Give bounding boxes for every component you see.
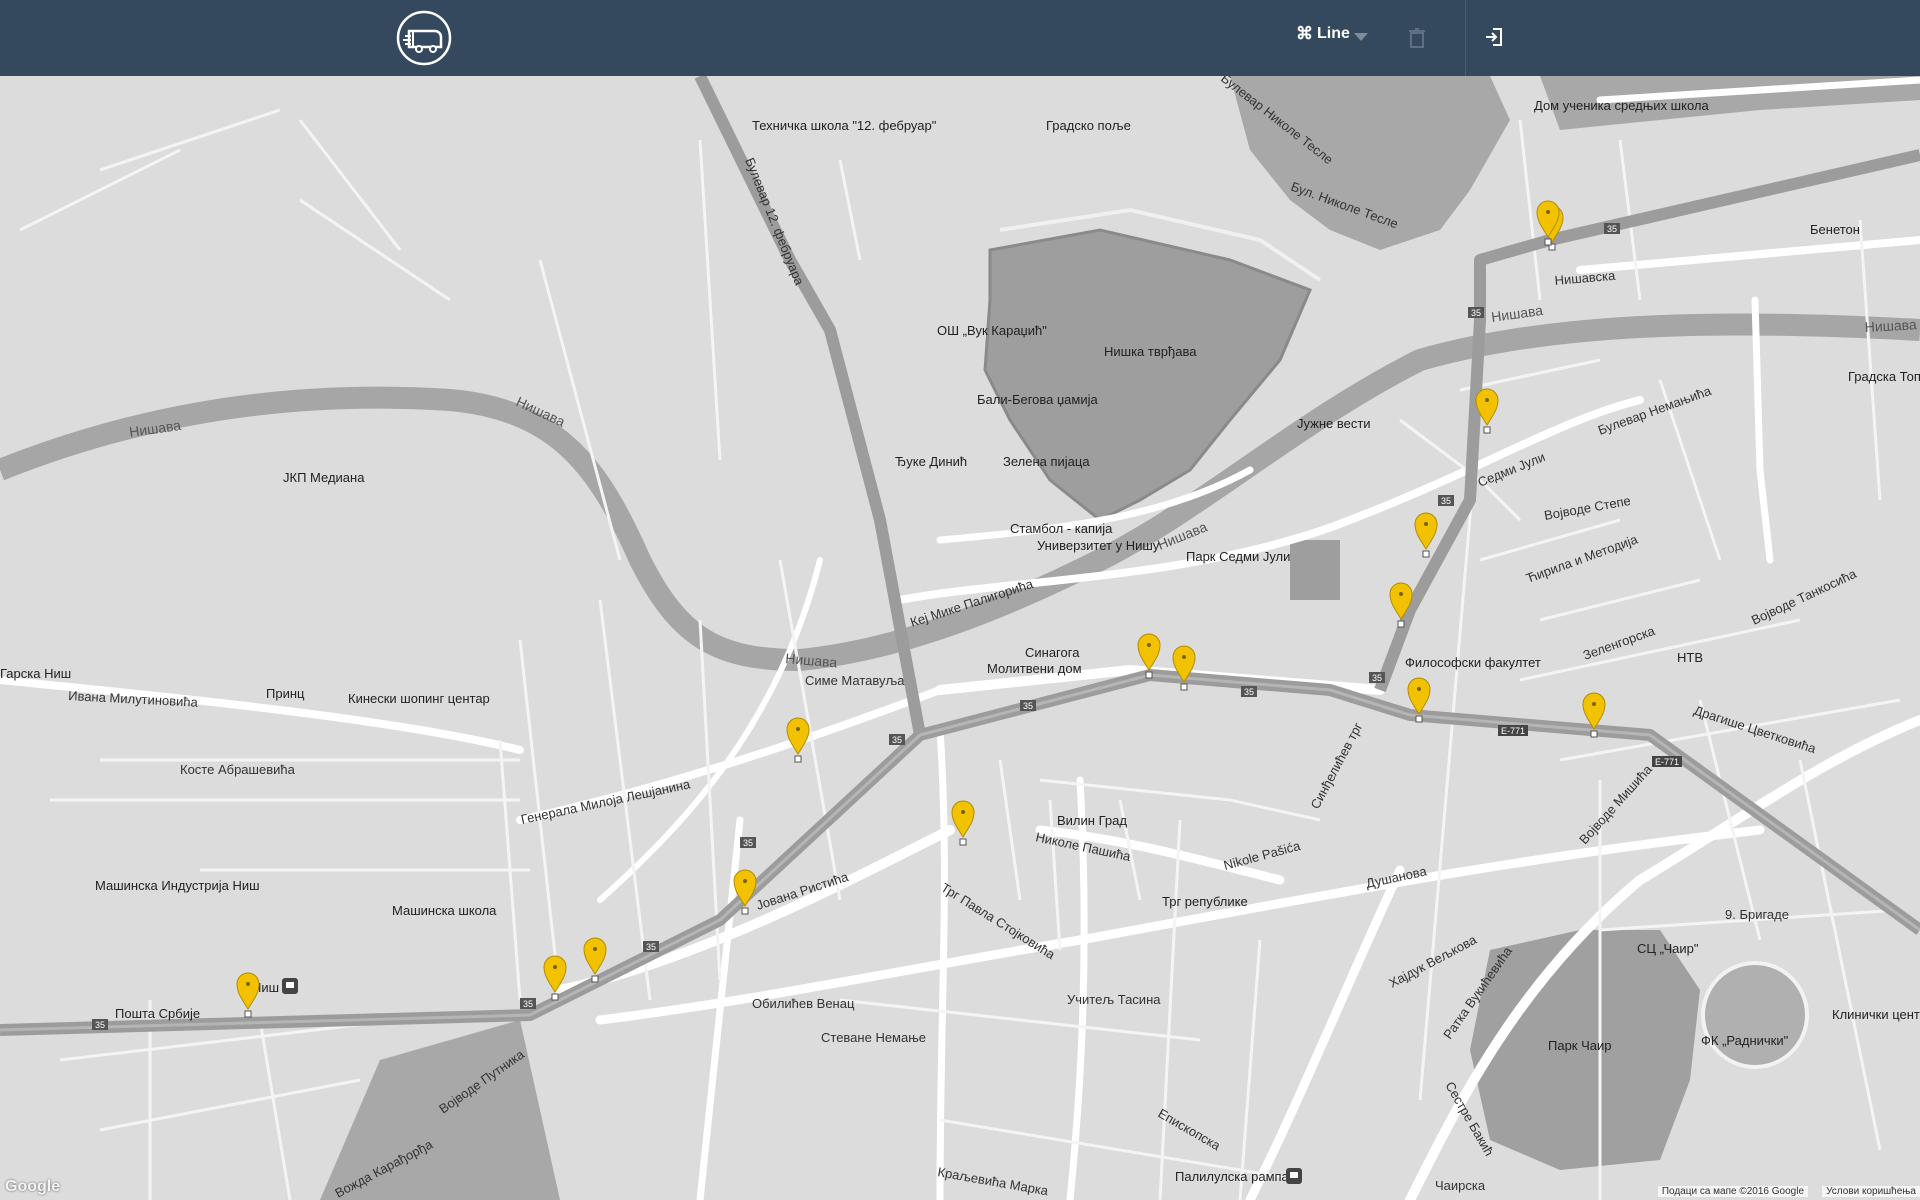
svg-text:35: 35 xyxy=(1441,496,1451,506)
place-label: Јужне вести xyxy=(1297,416,1371,431)
place-label: Гарска Ниш xyxy=(0,666,71,681)
svg-text:35: 35 xyxy=(1023,701,1033,711)
place-label: Бенетон xyxy=(1810,222,1860,237)
place-label: Техничка школа "12. фебруар" xyxy=(752,118,937,133)
street-label: Симе Матавуља xyxy=(805,673,905,688)
svg-text:E-771: E-771 xyxy=(1501,726,1525,736)
line-select-label: Line xyxy=(1317,25,1350,42)
command-icon: ⌘ xyxy=(1296,24,1313,43)
svg-text:E-771: E-771 xyxy=(1655,757,1679,767)
svg-text:35: 35 xyxy=(743,838,753,848)
place-label: Вилин Град xyxy=(1057,813,1127,828)
line-select[interactable]: ⌘ Line xyxy=(1296,24,1350,44)
svg-text:35: 35 xyxy=(646,942,656,952)
place-label: Бали-Бегова џамија xyxy=(977,392,1098,407)
street-label: Стеване Немање xyxy=(821,1030,926,1045)
trash-icon[interactable] xyxy=(1407,27,1427,49)
map-attribution: Подаци са мапе ©2016 Google xyxy=(1657,1186,1808,1197)
place-label: Машинска школа xyxy=(392,903,497,918)
place-label: Трг републике xyxy=(1162,894,1248,909)
street-label: Обилићев Венац xyxy=(752,996,855,1011)
place-label: Клинички центар Н xyxy=(1832,1007,1920,1022)
place-label: СЦ „Чаир" xyxy=(1637,941,1699,956)
place-label: Градско поље xyxy=(1046,118,1131,133)
place-label: Ђуке Динић xyxy=(895,454,967,469)
street-label: Учитељ Тасина xyxy=(1067,992,1161,1007)
svg-text:35: 35 xyxy=(1607,224,1617,234)
street-label: Косте Абрашевића xyxy=(180,762,296,777)
place-label: Машинска Индустрија Ниш xyxy=(95,878,260,893)
place-label: Зелена пијаца xyxy=(1003,454,1090,469)
svg-text:35: 35 xyxy=(1471,308,1481,318)
place-label: Стамбол - капија xyxy=(1010,521,1113,536)
river-label: Нишава xyxy=(1864,316,1917,335)
place-label: Философски факултет xyxy=(1405,655,1541,670)
place-label: Пошта Србије xyxy=(115,1006,200,1021)
place-label: ОШ „Вук Караџић" xyxy=(937,323,1047,338)
terms-link[interactable]: Услови коришћења xyxy=(1822,1186,1920,1197)
place-label: Парк Чаир xyxy=(1548,1038,1612,1053)
place-label: Нишка тврђава xyxy=(1104,344,1197,359)
sign-in-icon[interactable] xyxy=(1484,26,1504,48)
map-canvas[interactable]: 35 35 35 35 35 35 35 35 35 35 35 E-771 E… xyxy=(0,76,1920,1200)
place-label: Молитвени дом xyxy=(987,661,1082,676)
place-label: Парк Седми Јули xyxy=(1186,549,1290,564)
place-label: Дом ученика средњих школа xyxy=(1534,98,1709,113)
place-label: ЈКП Медиана xyxy=(283,470,365,485)
svg-text:35: 35 xyxy=(95,1020,105,1030)
place-label: ФК „Раднички" xyxy=(1701,1033,1789,1048)
svg-text:35: 35 xyxy=(1244,687,1254,697)
place-label: Кинески шопинг центар xyxy=(348,691,490,706)
bus-logo-icon[interactable] xyxy=(395,9,453,67)
street-label: 9. Бригаде xyxy=(1725,907,1789,922)
svg-text:35: 35 xyxy=(523,999,533,1009)
place-label: Синагога xyxy=(1025,645,1080,660)
svg-text:35: 35 xyxy=(1372,673,1382,683)
place-label: Градска Топл xyxy=(1848,369,1920,384)
street-label: Чаирска xyxy=(1435,1178,1486,1193)
top-bar: ⌘ Line xyxy=(0,0,1920,76)
place-label: НТВ xyxy=(1677,650,1703,665)
svg-text:35: 35 xyxy=(892,735,902,745)
google-logo: Google xyxy=(5,1178,61,1195)
place-label: Универзитет у Нишу xyxy=(1037,538,1160,553)
chevron-down-icon[interactable] xyxy=(1354,33,1368,41)
place-label: Принц xyxy=(266,686,305,701)
place-label: Палилулска рампа xyxy=(1175,1169,1290,1184)
header-divider xyxy=(1465,0,1466,76)
